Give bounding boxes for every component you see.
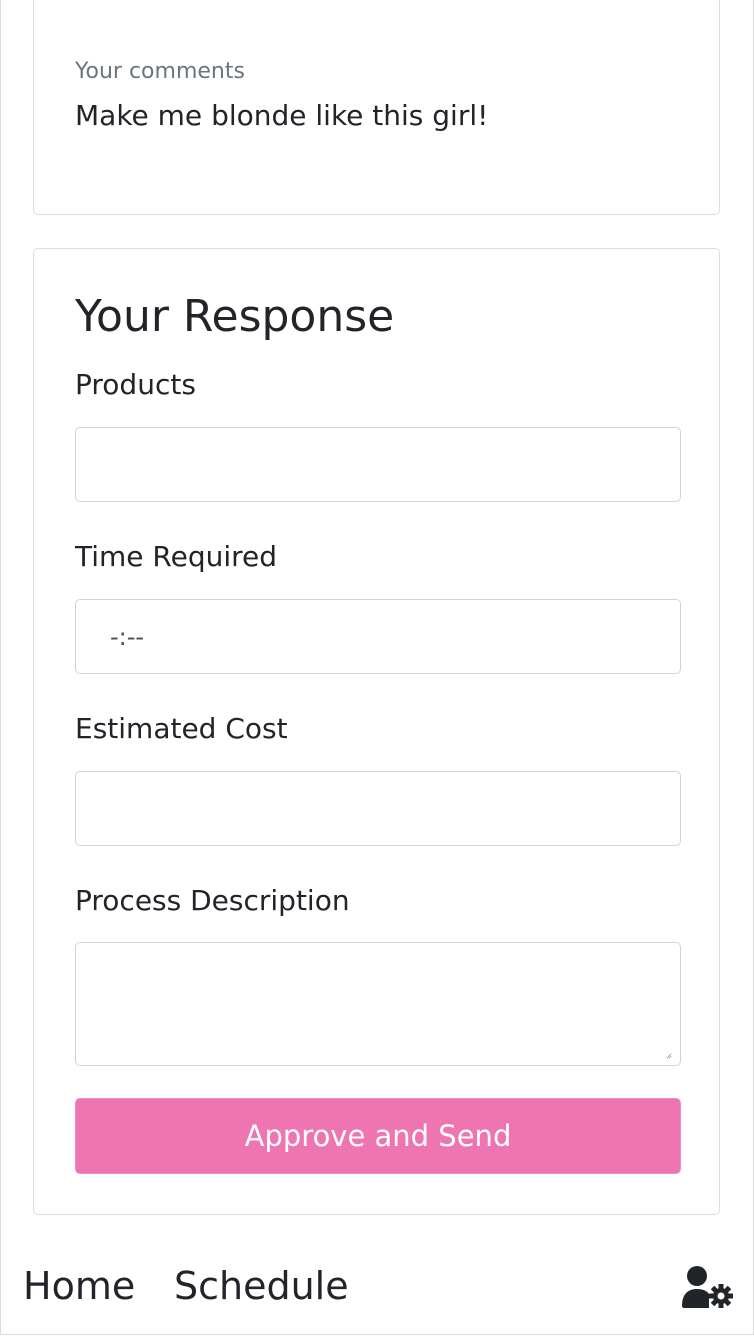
user-settings-icon[interactable] bbox=[682, 1266, 734, 1308]
bottom-nav: Home Schedule bbox=[0, 1250, 754, 1336]
comments-label: Your comments bbox=[75, 59, 245, 84]
process-description-label: Process Description bbox=[75, 884, 350, 917]
response-title: Your Response bbox=[75, 291, 395, 342]
approve-and-send-button[interactable]: Approve and Send bbox=[75, 1098, 681, 1174]
time-required-input[interactable]: -:-- bbox=[75, 599, 681, 674]
estimated-cost-label: Estimated Cost bbox=[75, 712, 288, 745]
estimated-cost-input[interactable] bbox=[75, 771, 681, 846]
time-required-value: -:-- bbox=[110, 622, 145, 651]
process-description-textarea[interactable] bbox=[75, 942, 681, 1066]
comments-card: Your comments Make me blonde like this g… bbox=[33, 0, 720, 215]
products-label: Products bbox=[75, 368, 196, 401]
products-input[interactable] bbox=[75, 427, 681, 502]
nav-schedule-link[interactable]: Schedule bbox=[174, 1264, 349, 1308]
time-required-label: Time Required bbox=[75, 540, 278, 573]
response-card: Your Response Products Time Required -:-… bbox=[33, 248, 720, 1215]
nav-home-link[interactable]: Home bbox=[23, 1264, 135, 1308]
resize-grip-icon[interactable] bbox=[666, 1053, 672, 1059]
comments-text: Make me blonde like this girl! bbox=[75, 99, 489, 132]
